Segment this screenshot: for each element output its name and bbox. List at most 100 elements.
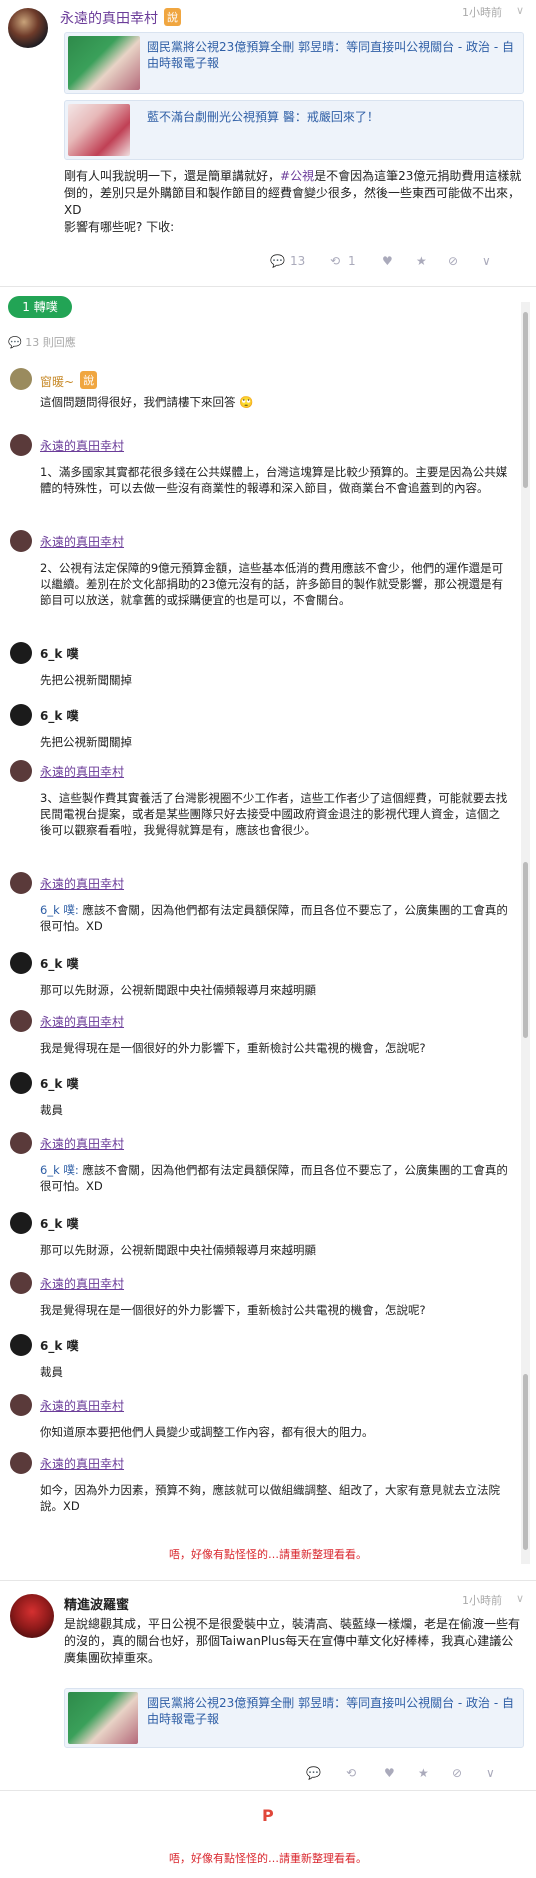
reply-author[interactable]: 窗暖~ 說 (40, 371, 98, 390)
reply-author[interactable]: 永遠的真田幸村 (40, 437, 124, 454)
mute-icon[interactable]: ⊘ (448, 254, 458, 268)
reply-text-body: 應該不會關，因為他們都有法定員額保障，而且各位不要忘了，公廣集團的工會真的很可怕… (40, 903, 508, 933)
post-2: 精進波羅蜜 1小時前 ∨ 是說總觀其成，平日公視不是很愛裝中立，裝清高、裝藍綠一… (0, 1582, 536, 1802)
chevron-down-icon[interactable]: ∨ (482, 254, 491, 268)
reply-text: 6_k 噗: 應該不會關，因為他們都有法定員額保障，而且各位不要忘了，公廣集團的… (40, 1162, 510, 1194)
reply-author[interactable]: 6_k 噗 (40, 1215, 79, 1232)
avatar[interactable] (10, 1394, 32, 1416)
mention[interactable]: 6_k 噗: (40, 1163, 79, 1177)
hashtag[interactable]: #公視 (280, 169, 314, 183)
reply-author[interactable]: 永遠的真田幸村 (40, 1397, 124, 1414)
link-thumbnail (68, 1692, 138, 1744)
reply-author[interactable]: 6_k 噗 (40, 1337, 79, 1354)
reply-author[interactable]: 永遠的真田幸村 (40, 1455, 124, 1472)
reply-author[interactable]: 永遠的真田幸村 (40, 763, 124, 780)
chevron-down-icon[interactable]: ∨ (516, 1592, 524, 1605)
avatar[interactable] (10, 704, 32, 726)
avatar[interactable] (10, 1452, 32, 1474)
speech-badge: 說 (80, 371, 98, 389)
reply-text: 我是覺得現在是一個很好的外力影響下，重新檢討公共電視的機會，怎說呢? (40, 1041, 426, 1055)
error-message: 唔，好像有點怪怪的…請重新整理看看。 (169, 1548, 367, 1561)
link-card[interactable]: 國民黨將公視23億預算全刪 郭昱晴：等同直接叫公視關台 - 政治 - 自由時報電… (64, 1688, 524, 1748)
heart-icon[interactable]: ♥ (382, 254, 393, 268)
post-text-c: 影響有哪些呢? 下收: (64, 220, 175, 234)
divider (0, 286, 536, 287)
post-actions: 💬 ⟲ ♥ ★ ⊘ ∨ (306, 1764, 526, 1786)
star-icon[interactable]: ★ (418, 1766, 429, 1780)
post-author[interactable]: 精進波羅蜜 (64, 1594, 129, 1613)
avatar[interactable] (10, 760, 32, 782)
repost-icon[interactable]: ⟲ (346, 1766, 356, 1780)
reply-text: 這個問題問得很好，我們請樓下來回答 🙄 (40, 395, 254, 409)
mention[interactable]: 6_k 噗: (40, 903, 79, 917)
link-title[interactable]: 國民黨將公視23億預算全刪 郭昱晴：等同直接叫公視關台 - 政治 - 自由時報電… (147, 39, 515, 71)
post-text-a: 剛有人叫我說明一下，還是簡單講就好， (64, 169, 281, 183)
reply-author[interactable]: 永遠的真田幸村 (40, 1275, 124, 1292)
repost-count: 1 (348, 254, 356, 268)
reply-text: 3、這些製作費其實養活了台灣影視圈不少工作者，這些工作者少了這個經費，可能就要去… (40, 791, 508, 837)
mute-icon[interactable]: ⊘ (452, 1766, 462, 1780)
reply-author[interactable]: 永遠的真田幸村 (40, 533, 124, 550)
divider (0, 1580, 536, 1581)
reply-author[interactable]: 永遠的真田幸村 (40, 1013, 124, 1030)
link-card-1[interactable]: 國民黨將公視23億預算全刪 郭昱晴：等同直接叫公視關台 - 政治 - 自由時報電… (64, 32, 524, 94)
post-author[interactable]: 永遠的真田幸村說 (60, 8, 181, 28)
avatar[interactable] (10, 1594, 54, 1638)
avatar[interactable] (8, 8, 48, 48)
star-icon[interactable]: ★ (416, 254, 427, 268)
post-1: 永遠的真田幸村說 1小時前 ∨ 國民黨將公視23億預算全刪 郭昱晴：等同直接叫公… (0, 0, 536, 290)
reply-text-body: 應該不會關，因為他們都有法定員額保障，而且各位不要忘了，公廣集團的工會真的很可怕… (40, 1163, 508, 1193)
reply-author-name[interactable]: 窗暖~ (40, 375, 74, 389)
comment-count: 13 (290, 254, 306, 268)
avatar[interactable] (10, 368, 32, 390)
reply-text: 先把公視新聞關掉 (40, 673, 132, 687)
scrollbar-thumb-3[interactable] (523, 1374, 528, 1550)
plurk-logo: P (262, 1806, 274, 1825)
divider (0, 1790, 536, 1791)
avatar[interactable] (10, 1132, 32, 1154)
reply-author[interactable]: 永遠的真田幸村 (40, 875, 124, 892)
avatar[interactable] (10, 434, 32, 456)
reply-author[interactable]: 永遠的真田幸村 (40, 1135, 124, 1152)
chevron-down-icon[interactable]: ∨ (516, 4, 524, 17)
chevron-down-icon[interactable]: ∨ (486, 1766, 495, 1780)
post-time: 1小時前 (462, 6, 502, 19)
reply-text: 我是覺得現在是一個很好的外力影響下，重新檢討公共電視的機會，怎說呢? (40, 1303, 426, 1317)
avatar[interactable] (10, 952, 32, 974)
link-title[interactable]: 藍不滿台劇刪光公視預算 醫：戒嚴回來了！ (147, 109, 515, 125)
footer-error-message: 唔，好像有點怪怪的…請重新整理看看。 (169, 1852, 367, 1865)
reply-text: 先把公視新聞關掉 (40, 735, 132, 749)
reply-author[interactable]: 6_k 噗 (40, 707, 79, 724)
avatar[interactable] (10, 1010, 32, 1032)
avatar[interactable] (10, 1212, 32, 1234)
reply-text: 如今，因為外力因素，預算不夠，應該就可以做組織調整、組改了，大家有意見就去立法院… (40, 1483, 500, 1513)
link-thumbnail (68, 104, 130, 156)
post-text: 剛有人叫我說明一下，還是簡單講就好，#公視是不會因為這筆23億元捐助費用這樣就倒… (64, 168, 524, 236)
reply-text: 裁員 (40, 1103, 63, 1117)
scrollbar-thumb-2[interactable] (523, 862, 528, 1038)
reply-text: 你知道原本要把他們人員變少或調整工作內容，都有很大的阻力。 (40, 1425, 374, 1439)
avatar[interactable] (10, 872, 32, 894)
comment-icon[interactable]: 💬 (270, 254, 285, 268)
link-card-2[interactable]: 藍不滿台劇刪光公視預算 醫：戒嚴回來了！ (64, 100, 524, 160)
post-text: 是說總觀其成，平日公視不是很愛裝中立，裝清高、裝藍綠一樣爛，老是在偷渡一些有的沒… (64, 1617, 521, 1665)
avatar[interactable] (10, 530, 32, 552)
author-name[interactable]: 永遠的真田幸村 (60, 11, 158, 27)
avatar[interactable] (10, 1334, 32, 1356)
avatar[interactable] (10, 1272, 32, 1294)
link-thumbnail (68, 36, 140, 90)
repost-icon[interactable]: ⟲ (330, 254, 340, 268)
comment-icon[interactable]: 💬 (306, 1766, 321, 1780)
scrollbar-thumb[interactable] (523, 312, 528, 488)
reply-author[interactable]: 6_k 噗 (40, 645, 79, 662)
avatar[interactable] (10, 642, 32, 664)
reply-count: 💬 13 則回應 (8, 336, 76, 349)
post-actions: 💬 13 ⟲ 1 ♥ ★ ⊘ ∨ (270, 252, 526, 274)
reply-author[interactable]: 6_k 噗 (40, 1075, 79, 1092)
reply-author[interactable]: 6_k 噗 (40, 955, 79, 972)
reply-text: 1、滿多國家其實都花很多錢在公共媒體上，台灣這塊算是比較少預算的。主要是因為公共… (40, 465, 508, 495)
repost-pill[interactable]: 1 轉噗 (8, 296, 72, 318)
link-title[interactable]: 國民黨將公視23億預算全刪 郭昱晴：等同直接叫公視關台 - 政治 - 自由時報電… (147, 1695, 515, 1727)
heart-icon[interactable]: ♥ (384, 1766, 395, 1780)
avatar[interactable] (10, 1072, 32, 1094)
